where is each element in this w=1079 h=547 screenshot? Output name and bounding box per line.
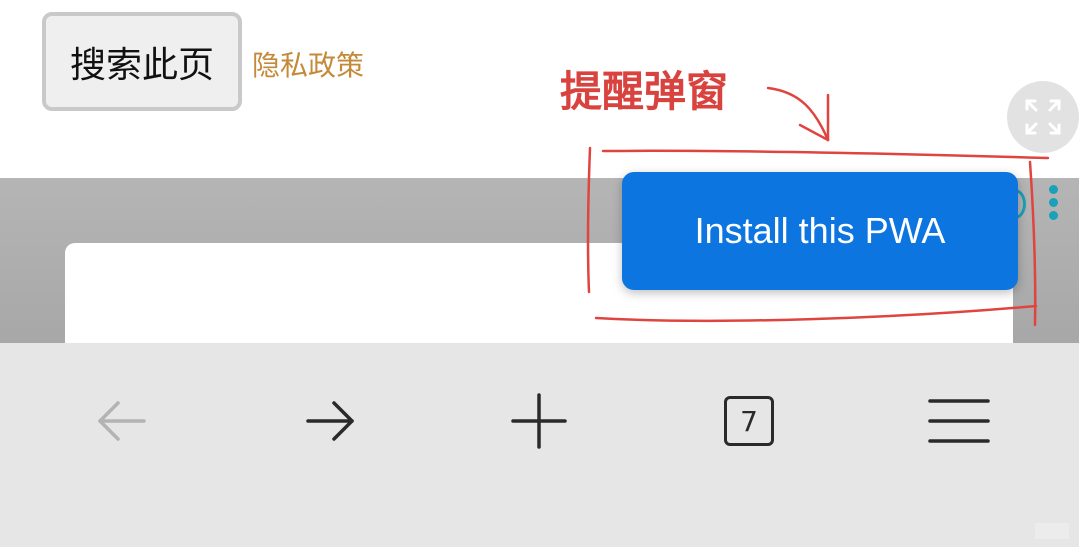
browser-screen: 搜索此页 隐私政策 提醒弹窗 Install this PWA 7 xyxy=(0,0,1079,547)
search-page-button[interactable]: 搜索此页 xyxy=(42,12,242,111)
tab-count-icon: 7 xyxy=(724,396,774,446)
search-page-button-label: 搜索此页 xyxy=(69,44,214,86)
install-pwa-label: Install this PWA xyxy=(694,210,946,251)
annotation-arrow-icon xyxy=(766,86,830,142)
forward-button[interactable] xyxy=(290,381,370,461)
more-options-icon[interactable] xyxy=(1046,185,1060,225)
bottom-toolbar: 7 xyxy=(0,343,1079,547)
new-tab-button[interactable] xyxy=(499,381,579,461)
tabs-button[interactable]: 7 xyxy=(709,381,789,461)
hamburger-menu-icon xyxy=(928,399,990,443)
menu-button[interactable] xyxy=(919,381,999,461)
plus-icon xyxy=(511,393,567,449)
expand-button[interactable] xyxy=(1007,81,1079,153)
install-pwa-button[interactable]: Install this PWA xyxy=(622,172,1018,290)
arrow-left-icon xyxy=(98,401,146,441)
arrow-right-icon xyxy=(306,401,354,441)
watermark-patch xyxy=(1035,523,1069,539)
back-button[interactable] xyxy=(82,381,162,461)
privacy-policy-link[interactable]: 隐私政策 xyxy=(252,44,364,84)
annotation-label: 提醒弹窗 xyxy=(560,67,729,116)
expand-arrows-icon xyxy=(1025,99,1061,135)
